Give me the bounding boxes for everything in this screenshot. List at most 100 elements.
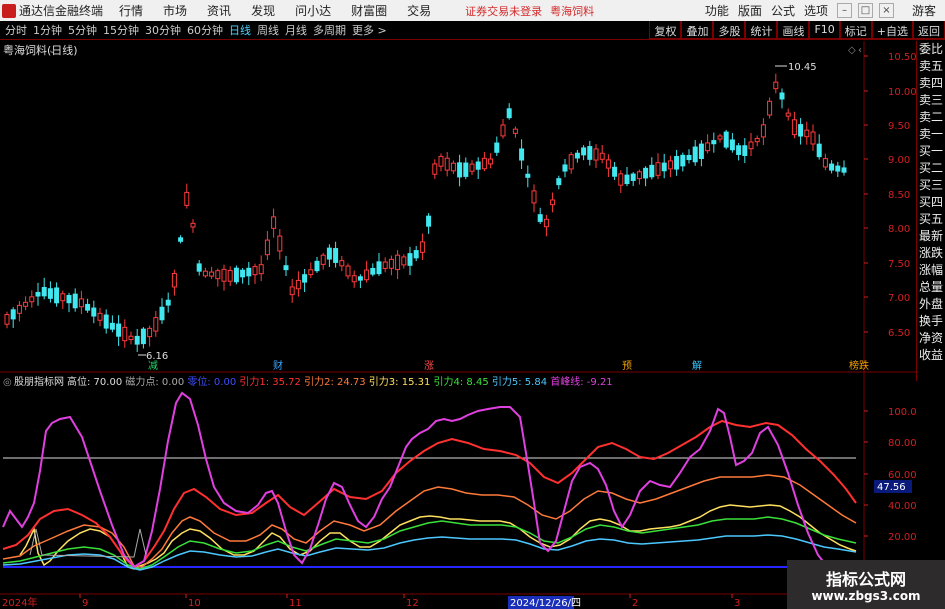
menu-item-quotes[interactable]: 行情: [119, 2, 143, 19]
indicator-name[interactable]: 股朋指标网: [14, 375, 64, 388]
menu-item-wealth[interactable]: 财富圈: [351, 2, 387, 19]
event-marker-rank-drop[interactable]: 榜跌: [849, 359, 869, 372]
candle-body: [395, 254, 401, 271]
menu-item-trade[interactable]: 交易: [407, 2, 431, 19]
candle-body: [723, 131, 729, 148]
side-label[interactable]: 卖四: [917, 75, 945, 92]
side-label[interactable]: 外盘: [917, 296, 945, 313]
event-marker-unlock[interactable]: 解: [692, 359, 702, 372]
side-label[interactable]: 买三: [917, 177, 945, 194]
candle-body: [60, 293, 66, 302]
date-label: 9: [82, 598, 88, 609]
side-label[interactable]: 卖二: [917, 109, 945, 126]
side-label[interactable]: 买五: [917, 211, 945, 228]
candle-body: [568, 154, 574, 170]
statistics-button[interactable]: 统计: [745, 21, 778, 39]
candlestick-series: [4, 73, 847, 353]
menu-item-ask[interactable]: 问小达: [295, 2, 331, 19]
event-marker-forecast[interactable]: 预: [622, 360, 632, 372]
candle-body: [333, 248, 339, 263]
side-label[interactable]: 最新: [917, 228, 945, 245]
overlay-button[interactable]: 叠加: [681, 21, 714, 39]
side-label[interactable]: 买一: [917, 143, 945, 160]
candle-body: [401, 256, 407, 266]
chart-area[interactable]: 粤海饲料(日线) ⌄ ◇ ‹ 10.45 6.16 减 财 涨 预 解 榜跌 1…: [0, 41, 917, 609]
chart-canvas[interactable]: 粤海饲料(日线) ⌄ ◇ ‹ 10.45 6.16 减 财 涨 预 解 榜跌 1…: [0, 41, 917, 609]
draw-line-button[interactable]: 画线: [777, 21, 810, 39]
indicator-param: 首峰线: -9.21: [547, 375, 613, 388]
login-status[interactable]: 证券交易未登录: [465, 3, 542, 19]
back-button[interactable]: 返回: [913, 21, 945, 39]
period-multi[interactable]: 多周期: [313, 22, 346, 38]
period-15min[interactable]: 15分钟: [103, 22, 139, 38]
candle-body: [494, 142, 500, 153]
side-label[interactable]: 总量: [917, 279, 945, 296]
minimize-icon[interactable]: –: [836, 3, 852, 18]
menu-item-discover[interactable]: 发现: [251, 2, 275, 19]
candle-body: [754, 137, 760, 143]
period-more[interactable]: 更多 >: [352, 22, 387, 38]
side-label[interactable]: 卖五: [917, 58, 945, 75]
side-label[interactable]: 卖一: [917, 126, 945, 143]
period-timeshare[interactable]: 分时: [5, 22, 27, 38]
event-marker-rise[interactable]: 涨: [424, 360, 434, 372]
indicator-tick: 40.00: [888, 501, 916, 512]
period-60min[interactable]: 60分钟: [187, 22, 223, 38]
price-tick: 7.00: [888, 293, 910, 304]
candle-body: [370, 267, 376, 275]
menu-function[interactable]: 功能: [705, 2, 729, 19]
event-marker-finance[interactable]: 财: [273, 359, 283, 372]
main-chart-dropdown-icon[interactable]: ⌄: [48, 45, 56, 56]
guest-user[interactable]: 游客: [912, 2, 936, 19]
candle-body: [277, 235, 283, 252]
mark-button[interactable]: 标记: [839, 21, 872, 39]
current-stock-name: 粤海饲料: [550, 4, 595, 18]
candle-body: [233, 267, 239, 283]
side-label[interactable]: 净资: [917, 330, 945, 347]
candle-body: [122, 326, 128, 342]
main-chart-settings-icon[interactable]: ◇: [848, 45, 856, 56]
main-chart-expand-icon[interactable]: ‹: [858, 45, 862, 56]
menu-item-market[interactable]: 市场: [163, 2, 187, 19]
date-label: 2: [632, 598, 638, 609]
side-label[interactable]: 卖三: [917, 92, 945, 109]
candle-body: [500, 124, 506, 137]
period-5min[interactable]: 5分钟: [68, 22, 97, 38]
candle-body: [85, 303, 91, 311]
side-label[interactable]: 涨跌: [917, 245, 945, 262]
magnetic-point-line: [29, 528, 147, 558]
event-marker-reduce[interactable]: 减: [148, 360, 158, 372]
period-monthly[interactable]: 月线: [285, 22, 307, 38]
candle-body: [407, 253, 413, 266]
candle-body: [463, 162, 469, 177]
indicator-settings-icon[interactable]: ◎: [3, 377, 12, 388]
candle-body: [798, 124, 804, 137]
period-1min[interactable]: 1分钟: [33, 22, 62, 38]
indicator-header: ◎ 股朋指标网 高位: 70.00 磁力点: 0.00 零位: 0.00 引力1…: [3, 375, 613, 388]
menu-layout[interactable]: 版面: [738, 2, 762, 19]
indicator-param: 引力3: 15.31: [366, 375, 431, 388]
date-label: 3: [734, 598, 740, 609]
period-30min[interactable]: 30分钟: [145, 22, 181, 38]
menu-formula[interactable]: 公式: [771, 2, 795, 19]
menu-options[interactable]: 选项: [804, 2, 828, 19]
period-daily[interactable]: 日线: [229, 22, 251, 38]
side-label[interactable]: 换手: [917, 313, 945, 330]
side-label[interactable]: 买四: [917, 194, 945, 211]
close-icon[interactable]: ×: [878, 3, 894, 18]
restore-rights-button[interactable]: 复权: [649, 21, 682, 39]
candle-body: [481, 157, 487, 170]
side-label[interactable]: 买二: [917, 160, 945, 177]
period-weekly[interactable]: 周线: [257, 22, 279, 38]
maximize-icon[interactable]: □: [857, 3, 873, 18]
f10-button[interactable]: F10: [809, 21, 840, 39]
add-watchlist-button[interactable]: +自选: [871, 21, 913, 39]
side-label[interactable]: 收益: [917, 347, 945, 364]
candle-body: [54, 287, 60, 304]
menu-item-news[interactable]: 资讯: [207, 2, 231, 19]
candle-body: [717, 135, 723, 140]
multi-stock-button[interactable]: 多股: [713, 21, 746, 39]
side-label[interactable]: 涨幅: [917, 262, 945, 279]
side-label[interactable]: 委比: [917, 41, 945, 58]
site-watermark: 指标公式网 www.zbgs3.com: [787, 560, 945, 609]
